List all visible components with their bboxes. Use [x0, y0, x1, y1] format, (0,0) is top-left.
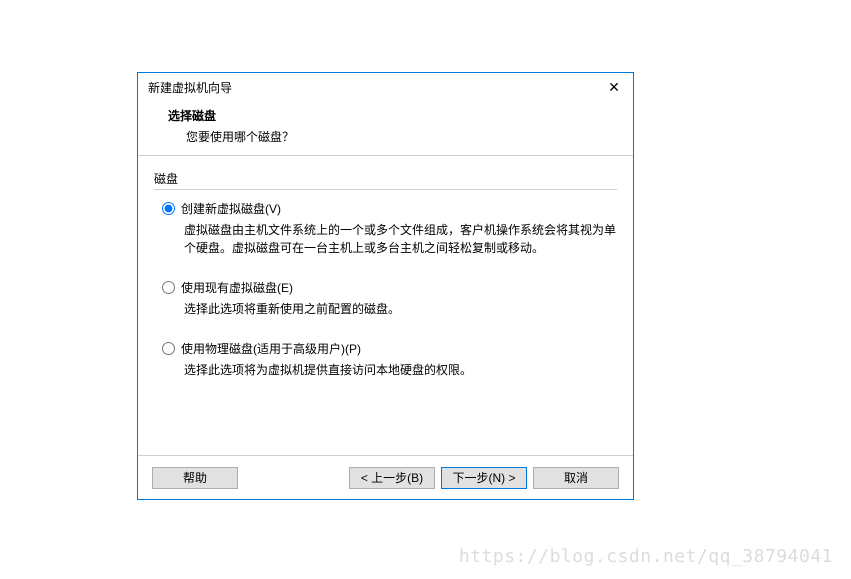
- dialog-title: 新建虚拟机向导: [148, 79, 232, 96]
- help-button[interactable]: 帮助: [152, 467, 238, 489]
- option-use-physical-disk-line[interactable]: 使用物理磁盘(适用于高级用户)(P): [162, 340, 617, 357]
- radio-create-new-disk[interactable]: [162, 202, 175, 215]
- back-button[interactable]: < 上一步(B): [349, 467, 435, 489]
- option-use-existing-disk-line[interactable]: 使用现有虚拟磁盘(E): [162, 279, 617, 296]
- wizard-content: 磁盘 创建新虚拟磁盘(V) 虚拟磁盘由主机文件系统上的一个或多个文件组成，客户机…: [138, 156, 633, 455]
- option-create-new-disk-line[interactable]: 创建新虚拟磁盘(V): [162, 200, 617, 217]
- wizard-footer: 帮助 < 上一步(B) 下一步(N) > 取消: [138, 455, 633, 499]
- group-label-disk: 磁盘: [154, 170, 617, 187]
- cancel-button[interactable]: 取消: [533, 467, 619, 489]
- option-use-physical-disk: 使用物理磁盘(适用于高级用户)(P) 选择此选项将为虚拟机提供直接访问本地硬盘的…: [154, 340, 617, 379]
- option-label: 创建新虚拟磁盘(V): [181, 200, 281, 217]
- group-divider: [154, 189, 617, 190]
- option-desc: 选择此选项将为虚拟机提供直接访问本地硬盘的权限。: [184, 361, 617, 379]
- option-label: 使用物理磁盘(适用于高级用户)(P): [181, 340, 361, 357]
- option-label: 使用现有虚拟磁盘(E): [181, 279, 293, 296]
- radio-use-existing-disk[interactable]: [162, 281, 175, 294]
- titlebar: 新建虚拟机向导 ✕: [138, 73, 633, 101]
- new-vm-wizard-dialog: 新建虚拟机向导 ✕ 选择磁盘 您要使用哪个磁盘？ 磁盘 创建新虚拟磁盘(V) 虚…: [137, 72, 634, 500]
- option-create-new-disk: 创建新虚拟磁盘(V) 虚拟磁盘由主机文件系统上的一个或多个文件组成，客户机操作系…: [154, 200, 617, 257]
- watermark-text: https://blog.csdn.net/qq_38794041: [459, 546, 833, 567]
- option-desc: 选择此选项将重新使用之前配置的磁盘。: [184, 300, 617, 318]
- option-use-existing-disk: 使用现有虚拟磁盘(E) 选择此选项将重新使用之前配置的磁盘。: [154, 279, 617, 318]
- radio-use-physical-disk[interactable]: [162, 342, 175, 355]
- page-subtitle: 您要使用哪个磁盘？: [186, 128, 613, 145]
- option-desc: 虚拟磁盘由主机文件系统上的一个或多个文件组成，客户机操作系统会将其视为单个硬盘。…: [184, 221, 617, 257]
- page-title: 选择磁盘: [168, 107, 613, 124]
- close-icon[interactable]: ✕: [601, 76, 627, 98]
- wizard-header: 选择磁盘 您要使用哪个磁盘？: [138, 101, 633, 156]
- next-button[interactable]: 下一步(N) >: [441, 467, 527, 489]
